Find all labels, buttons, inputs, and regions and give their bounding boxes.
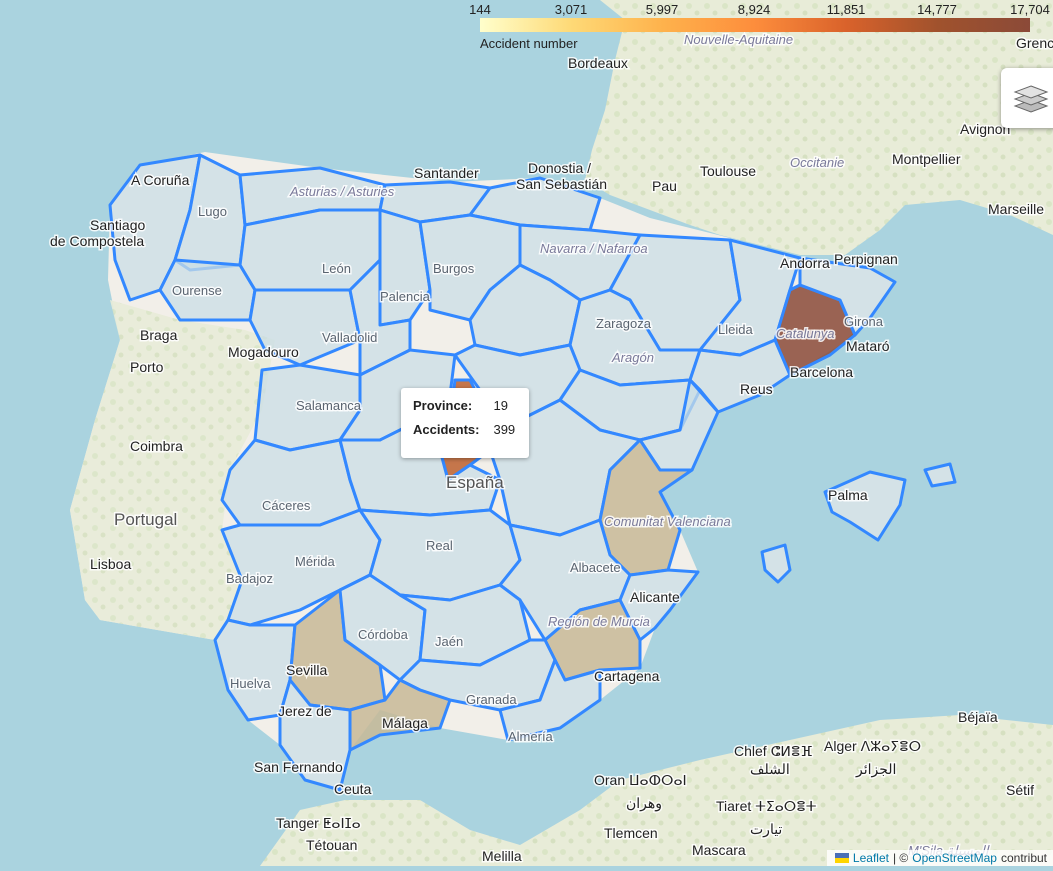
ukraine-flag-icon [834,853,849,863]
label-ourense: Ourense [172,283,222,298]
label-tiaret-ar: تيارت [750,821,782,838]
legend-gradient-bar [480,18,1030,32]
label-braga: Braga [140,327,178,343]
label-catalunya: Catalunya [776,326,835,341]
label-bejaia: Béjaïa [958,709,998,725]
label-san-sebastian: San Sebastián [516,176,607,192]
label-lisboa: Lisboa [90,556,131,572]
label-a-coruna: A Coruña [131,172,190,188]
label-asturias: Asturias / Asturies [289,184,395,199]
label-portugal: Portugal [114,510,177,529]
label-lleida: Lleida [718,322,753,337]
label-jaen: Jaén [435,634,463,649]
label-zaragoza: Zaragoza [596,316,652,331]
label-santiago: Santiago [90,217,145,233]
label-girona: Girona [844,314,884,329]
color-legend: 144 3,071 5,997 8,924 11,851 14,777 17,7… [462,0,1053,56]
label-burgos: Burgos [433,261,475,276]
label-malaga: Málaga [382,715,428,731]
label-setif: Sétif [1006,782,1034,798]
label-perpignan: Perpignan [834,251,898,267]
label-real: Real [426,538,453,553]
label-alger: Alger ⴷⵣⴰⵢⴻⵔ [824,738,921,754]
legend-tick: 11,851 [826,2,866,17]
tooltip-province-value: 19 [493,398,508,413]
label-cartagena: Cartagena [594,668,660,684]
label-tanger: Tanger ⵟⴰⵏⵊⴰ [276,815,361,831]
label-barcelona: Barcelona [790,364,853,380]
label-sevilla: Sevilla [286,662,327,678]
legend-tick: 17,704 [1010,2,1050,17]
label-pau: Pau [652,178,677,194]
label-tetouan: Tétouan [306,837,357,853]
label-mogadouro: Mogadouro [228,344,299,360]
label-mataro: Mataró [846,338,890,354]
leaflet-link[interactable]: Leaflet [853,851,889,865]
label-valenciana: Comunitat Valenciana [604,514,731,529]
label-reus: Reus [740,381,773,397]
label-oran-ar: وهران [626,795,662,812]
tooltip-province-label: Province: [413,398,473,413]
attribution-contributors: contribut [1000,851,1047,865]
legend-tick: 144 [469,2,491,17]
label-santander: Santander [414,165,479,181]
legend-caption: Accident number [480,36,578,51]
label-oran: Oran ⵡⴰⵀⵔⴰⵏ [594,772,687,788]
label-salamanca: Salamanca [296,398,362,413]
label-mascara: Mascara [692,842,746,858]
label-granada: Granada [466,692,517,707]
legend-tick: 5,997 [645,2,679,17]
label-lugo: Lugo [198,204,227,219]
label-andorra: Andorra [780,255,830,271]
label-palma: Palma [828,487,868,503]
legend-tick: 3,071 [554,2,588,17]
label-navarra: Navarra / Nafarroa [540,241,648,256]
label-marseille: Marseille [988,201,1044,217]
tooltip-accidents-value: 399 [493,422,516,437]
label-badajoz: Badajoz [226,571,273,586]
osm-link[interactable]: OpenStreetMap [912,851,997,865]
label-occitanie: Occitanie [790,155,844,170]
label-jerez: Jerez de [278,703,332,719]
label-chlef: Chlef ⵛⵍⴻⴼ [734,743,813,759]
label-alger-ar: الجزائر [855,761,896,778]
map-attribution: Leaflet | © OpenStreetMap contribut [826,850,1053,866]
label-caceres: Cáceres [262,498,311,513]
label-tiaret: Tiaret ⵜⵉⴰⵔⴻⵜ [716,798,817,814]
label-valladolid: Valladolid [322,330,377,345]
province-tooltip: Province: 19 Accidents: 399 [401,388,529,458]
label-montpellier: Montpellier [892,151,961,167]
label-almeria: Almería [508,729,554,744]
label-bordeaux: Bordeaux [568,55,628,71]
layers-control-button[interactable] [1001,68,1053,128]
label-chlef-ar: الشلف [750,761,790,777]
layers-icon [1013,85,1049,113]
label-de-compostela: de Compostela [50,233,144,249]
label-leon: León [322,261,351,276]
label-cordoba: Córdoba [358,627,409,642]
tooltip-accidents-label: Accidents: [413,422,480,437]
label-espana: España [446,473,504,492]
label-albacete: Albacete [570,560,621,575]
attribution-separator: | © [892,851,909,865]
label-porto: Porto [130,359,164,375]
label-ceuta: Ceuta [334,781,372,797]
legend-tick: 8,924 [737,2,771,17]
label-huelva: Huelva [230,676,271,691]
province-leon [238,208,382,292]
label-merida: Mérida [295,554,336,569]
legend-tick: 14,777 [917,2,957,17]
label-coimbra: Coimbra [130,438,183,454]
label-alicante: Alicante [630,589,680,605]
label-murcia: Región de Murcia [548,614,650,629]
label-toulouse: Toulouse [700,163,756,179]
label-tlemcen: Tlemcen [604,825,658,841]
label-melilla: Melilla [482,848,522,864]
label-san-fernando: San Fernando [254,759,343,775]
label-donostia: Donostia / [528,160,591,176]
label-aragon: Aragón [611,350,654,365]
